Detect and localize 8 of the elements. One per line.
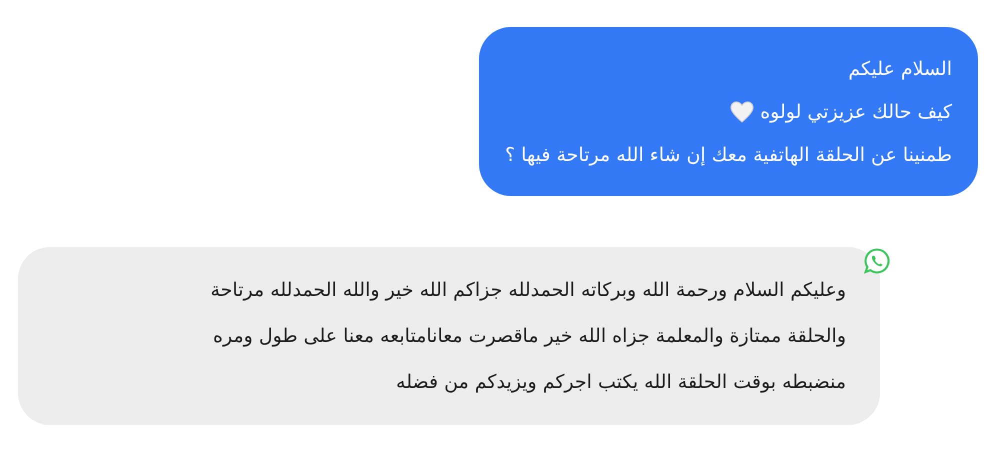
chat-phone-icon — [863, 247, 891, 275]
message-text: السلام عليكم — [848, 58, 952, 80]
message-text: والحلقة ممتازة والمعلمة جزاه الله خير ماقصرت معانامتابعه معنا على طول ومره — [213, 325, 846, 347]
message-text: منضبطه بوقت الحلقة الله يكتب اجركم ويزيدكم من فضله — [396, 371, 846, 393]
message-text: كيف حالك عزيزتي لولوه — [760, 100, 952, 122]
heart-icon — [730, 100, 754, 122]
message-text: طمنينا عن الحلقة الهاتفية معك إن شاء الله مرتاحة فيها ؟ — [504, 144, 952, 166]
message-text: وعليكم السلام ورحمة الله وبركاته الحمدلله جزاكم الله خير والله الحمدلله مرتاحة — [210, 279, 846, 301]
